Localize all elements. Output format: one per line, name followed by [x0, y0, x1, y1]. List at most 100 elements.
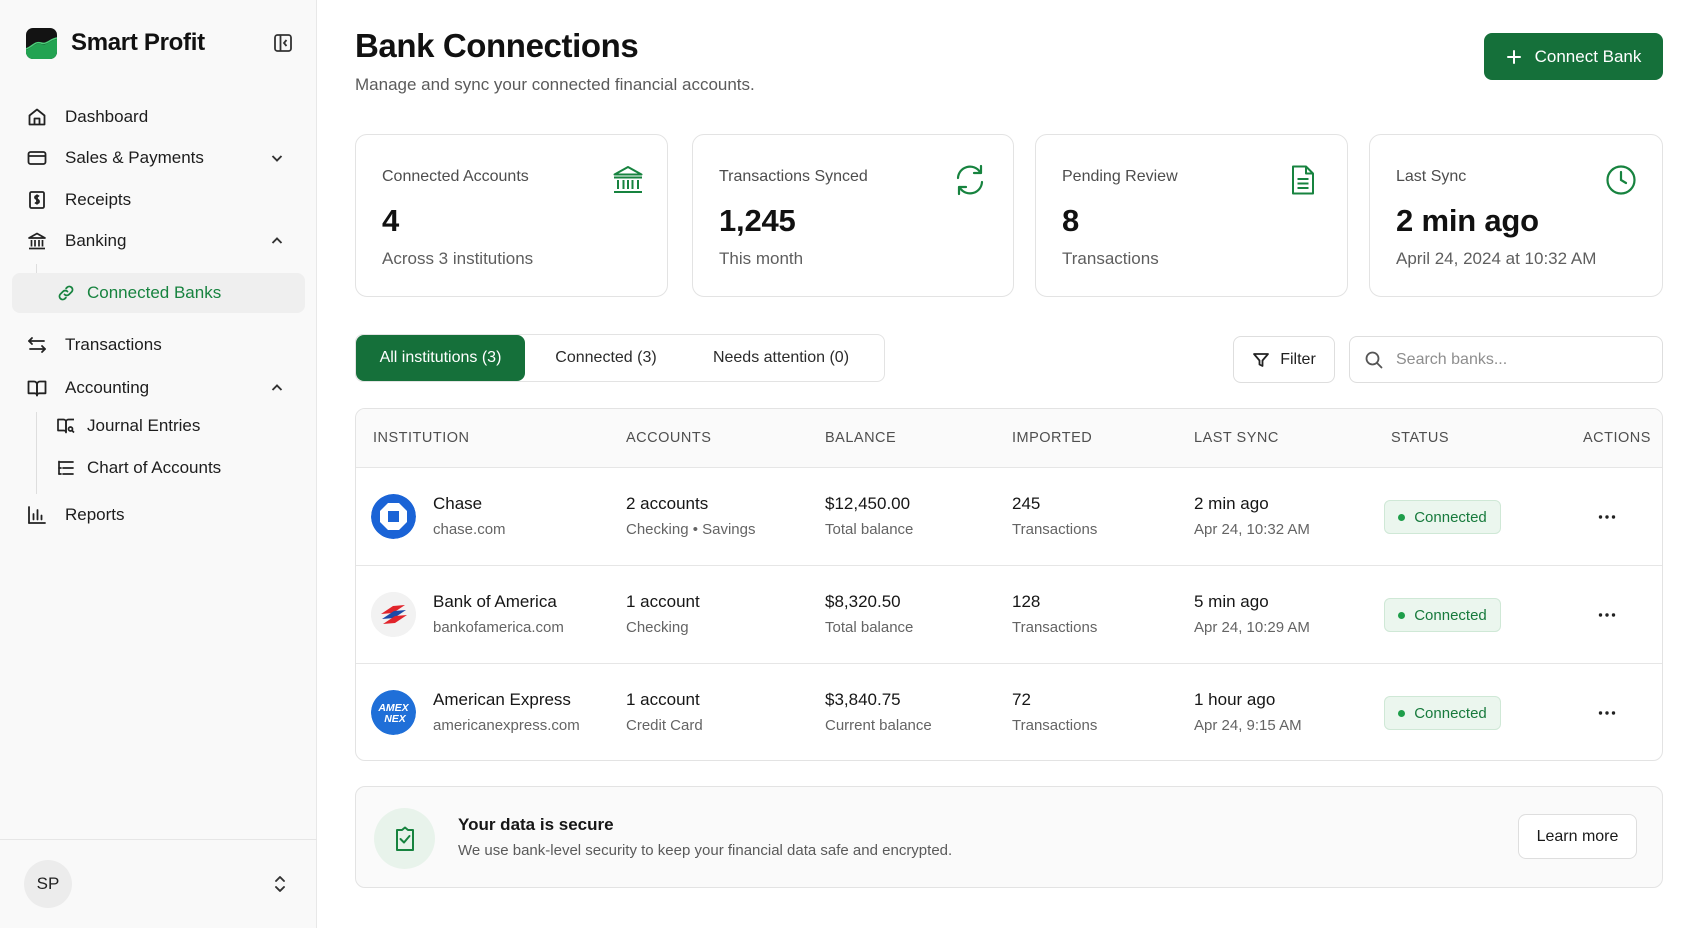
sidebar-item-label: Transactions — [65, 335, 162, 354]
column-header: ACTIONS — [1583, 430, 1651, 446]
security-notice: Your data is secure We use bank-level se… — [355, 786, 1663, 888]
balance-label: Current balance — [825, 717, 932, 734]
account-types: Checking — [626, 619, 689, 636]
sidebar-collapse-icon[interactable] — [272, 32, 294, 54]
shield-check-icon — [374, 808, 435, 869]
sidebar-item-journal-entries[interactable]: Journal Entries — [12, 406, 305, 446]
sidebar-item-connected-banks[interactable]: Connected Banks — [12, 273, 305, 313]
institutions-table: INSTITUTION ACCOUNTS BALANCE IMPORTED LA… — [355, 408, 1663, 761]
last-sync: 5 min ago — [1194, 592, 1269, 611]
last-sync: 2 min ago — [1194, 494, 1269, 513]
more-actions-icon[interactable] — [1596, 702, 1618, 724]
institution-domain: americanexpress.com — [433, 717, 580, 734]
table-row[interactable]: Bank of America bankofamerica.com 1 acco… — [356, 566, 1662, 664]
imported-count: 245 — [1012, 494, 1041, 513]
security-text: We use bank-level security to keep your … — [458, 842, 953, 859]
book-icon — [57, 418, 75, 434]
stat-value: 4 — [382, 203, 400, 238]
sidebar-item-dashboard[interactable]: Dashboard — [12, 96, 305, 138]
sidebar-item-label: Receipts — [65, 190, 132, 209]
clock-icon — [1606, 165, 1636, 195]
sidebar-item-banking[interactable]: Banking — [12, 220, 305, 262]
search-bar[interactable] — [1349, 336, 1663, 383]
institution-domain: bankofamerica.com — [433, 619, 564, 636]
document-icon — [1292, 165, 1314, 195]
sidebar-item-chart-of-accounts[interactable]: Chart of Accounts — [12, 448, 305, 488]
tab-all-institutions[interactable]: All institutions (3) — [356, 335, 525, 381]
table-row[interactable]: AMEX NEX American Express americanexpres… — [356, 664, 1662, 760]
column-header: BALANCE — [825, 430, 897, 446]
chevron-up-icon — [271, 237, 283, 244]
institution-name: Chase — [433, 494, 483, 513]
connect-bank-label: Connect Bank — [1534, 46, 1642, 66]
balance: $8,320.50 — [825, 592, 901, 611]
stat-sub: Transactions — [1062, 249, 1159, 268]
balance-label: Total balance — [825, 619, 914, 636]
link-icon — [58, 285, 74, 301]
american-express-logo-icon: AMEX NEX — [371, 690, 416, 735]
sidebar: Smart Profit Dashboard Sales & Payments — [0, 0, 317, 928]
sidebar-item-reports[interactable]: Reports — [12, 494, 305, 536]
tab-connected[interactable]: Connected (3) — [544, 335, 668, 381]
stat-value: 1,245 — [719, 203, 796, 238]
refresh-icon — [956, 164, 984, 196]
stat-label: Transactions Synced — [719, 168, 868, 185]
filter-label: Filter — [1280, 350, 1316, 368]
chevron-down-icon — [271, 155, 283, 162]
institution-domain: chase.com — [433, 521, 506, 538]
more-actions-icon[interactable] — [1596, 506, 1618, 528]
page-subtitle: Manage and sync your connected financial… — [355, 75, 755, 94]
plus-icon — [1506, 49, 1521, 64]
status-badge: Connected — [1384, 696, 1501, 730]
sidebar-item-label: Dashboard — [65, 107, 149, 126]
balance: $12,450.00 — [825, 494, 911, 513]
sidebar-item-label: Connected Banks — [87, 283, 222, 302]
stat-card-connected-accounts: Connected Accounts 4 Across 3 institutio… — [355, 134, 668, 297]
tab-needs-attention[interactable]: Needs attention (0) — [696, 335, 866, 381]
sidebar-item-sales-payments[interactable]: Sales & Payments — [12, 137, 305, 179]
stat-card-pending-review: Pending Review 8 Transactions — [1035, 134, 1348, 297]
home-icon — [28, 108, 46, 126]
stat-value: 8 — [1062, 203, 1080, 238]
status-badge: Connected — [1384, 598, 1501, 632]
column-header: LAST SYNC — [1194, 430, 1279, 446]
search-input[interactable] — [1396, 350, 1646, 369]
sidebar-item-accounting[interactable]: Accounting — [12, 367, 305, 409]
institution-name: Bank of America — [433, 592, 557, 611]
filter-button[interactable]: Filter — [1233, 336, 1335, 383]
sidebar-item-label: Banking — [65, 231, 127, 250]
more-actions-icon[interactable] — [1596, 604, 1618, 626]
search-icon — [1365, 351, 1383, 368]
imported-count: 128 — [1012, 592, 1041, 611]
list-tree-icon — [58, 460, 74, 475]
last-sync-date: Apr 24, 9:15 AM — [1194, 717, 1302, 734]
status-label: Connected — [1414, 508, 1487, 526]
filter-icon — [1253, 352, 1270, 367]
brand[interactable]: Smart Profit — [26, 27, 205, 59]
amex-logo-line2: NEX — [384, 713, 407, 725]
chevrons-up-down-icon[interactable] — [270, 873, 290, 895]
user-menu[interactable]: SP — [0, 839, 317, 928]
stat-label: Connected Accounts — [382, 168, 529, 185]
stat-sub: This month — [719, 249, 804, 268]
sidebar-item-transactions[interactable]: Transactions — [12, 324, 305, 366]
imported-label: Transactions — [1012, 717, 1098, 734]
avatar[interactable]: SP — [24, 860, 72, 908]
imported-label: Transactions — [1012, 521, 1098, 538]
status-badge: Connected — [1384, 500, 1501, 534]
account-types: Checking • Savings — [626, 521, 756, 538]
last-sync-date: Apr 24, 10:32 AM — [1194, 521, 1310, 538]
status-dot-icon — [1398, 513, 1406, 521]
sidebar-item-label: Reports — [65, 505, 125, 524]
security-title: Your data is secure — [458, 815, 614, 834]
institution-filter-tabs: All institutions (3) Connected (3) Needs… — [355, 334, 885, 382]
last-sync-date: Apr 24, 10:29 AM — [1194, 619, 1310, 636]
stat-card-last-sync: Last Sync 2 min ago April 24, 2024 at 10… — [1369, 134, 1663, 297]
learn-more-button[interactable]: Learn more — [1518, 814, 1637, 859]
connect-bank-button[interactable]: Connect Bank — [1484, 33, 1663, 80]
sidebar-item-receipts[interactable]: Receipts — [12, 179, 305, 221]
imported-label: Transactions — [1012, 619, 1098, 636]
sidebar-item-label: Sales & Payments — [65, 148, 204, 167]
table-row[interactable]: Chase chase.com 2 accounts Checking • Sa… — [356, 468, 1662, 566]
last-sync: 1 hour ago — [1194, 690, 1276, 709]
